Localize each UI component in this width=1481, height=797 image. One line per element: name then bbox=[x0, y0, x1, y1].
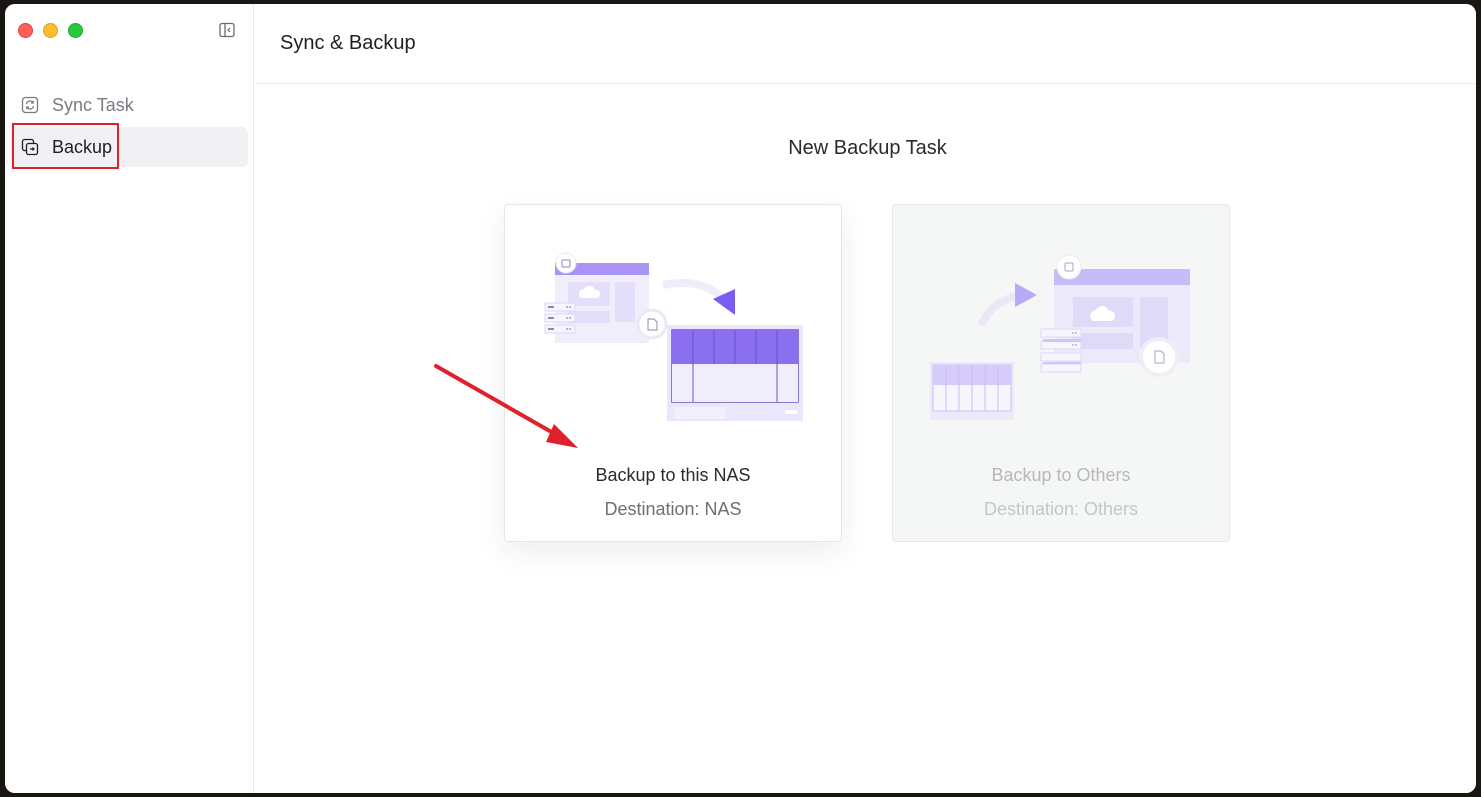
sidebar-toggle-icon[interactable] bbox=[219, 22, 235, 38]
card-subtitle: Destination: Others bbox=[983, 499, 1139, 519]
card-title: Backup to Others bbox=[991, 465, 1131, 485]
card-title: Backup to this NAS bbox=[595, 465, 751, 485]
sync-icon bbox=[20, 95, 40, 115]
backup-to-others-illustration bbox=[930, 254, 1190, 420]
close-window-button[interactable] bbox=[18, 23, 33, 38]
sidebar-item-label: Backup bbox=[52, 136, 113, 157]
page-title: Sync & Backup bbox=[280, 32, 416, 54]
maximize-window-button[interactable] bbox=[68, 23, 83, 38]
sidebar: Sync Task Backup bbox=[5, 4, 254, 793]
sidebar-item-label: Sync Task bbox=[52, 94, 134, 115]
backup-to-nas-card[interactable]: Backup to this NAS Destination: NAS bbox=[504, 204, 842, 542]
page-header: Sync & Backup bbox=[255, 4, 1476, 84]
window-controls bbox=[18, 23, 83, 38]
section-title: New Backup Task bbox=[788, 137, 947, 159]
minimize-window-button[interactable] bbox=[43, 23, 58, 38]
backup-to-others-card: Backup to Others Destination: Others bbox=[892, 204, 1230, 542]
sidebar-item-sync-task[interactable]: Sync Task bbox=[11, 85, 248, 125]
app-window: Sync Task Backup Sync & Backup New Backu… bbox=[5, 4, 1476, 793]
backup-icon bbox=[20, 137, 40, 157]
card-subtitle: Destination: NAS bbox=[604, 499, 742, 519]
backup-to-nas-illustration bbox=[544, 252, 803, 421]
sidebar-item-backup[interactable]: Backup bbox=[11, 127, 248, 167]
main-content: Sync & Backup New Backup Task Backup to … bbox=[255, 4, 1476, 793]
sidebar-nav: Sync Task Backup bbox=[5, 85, 254, 169]
